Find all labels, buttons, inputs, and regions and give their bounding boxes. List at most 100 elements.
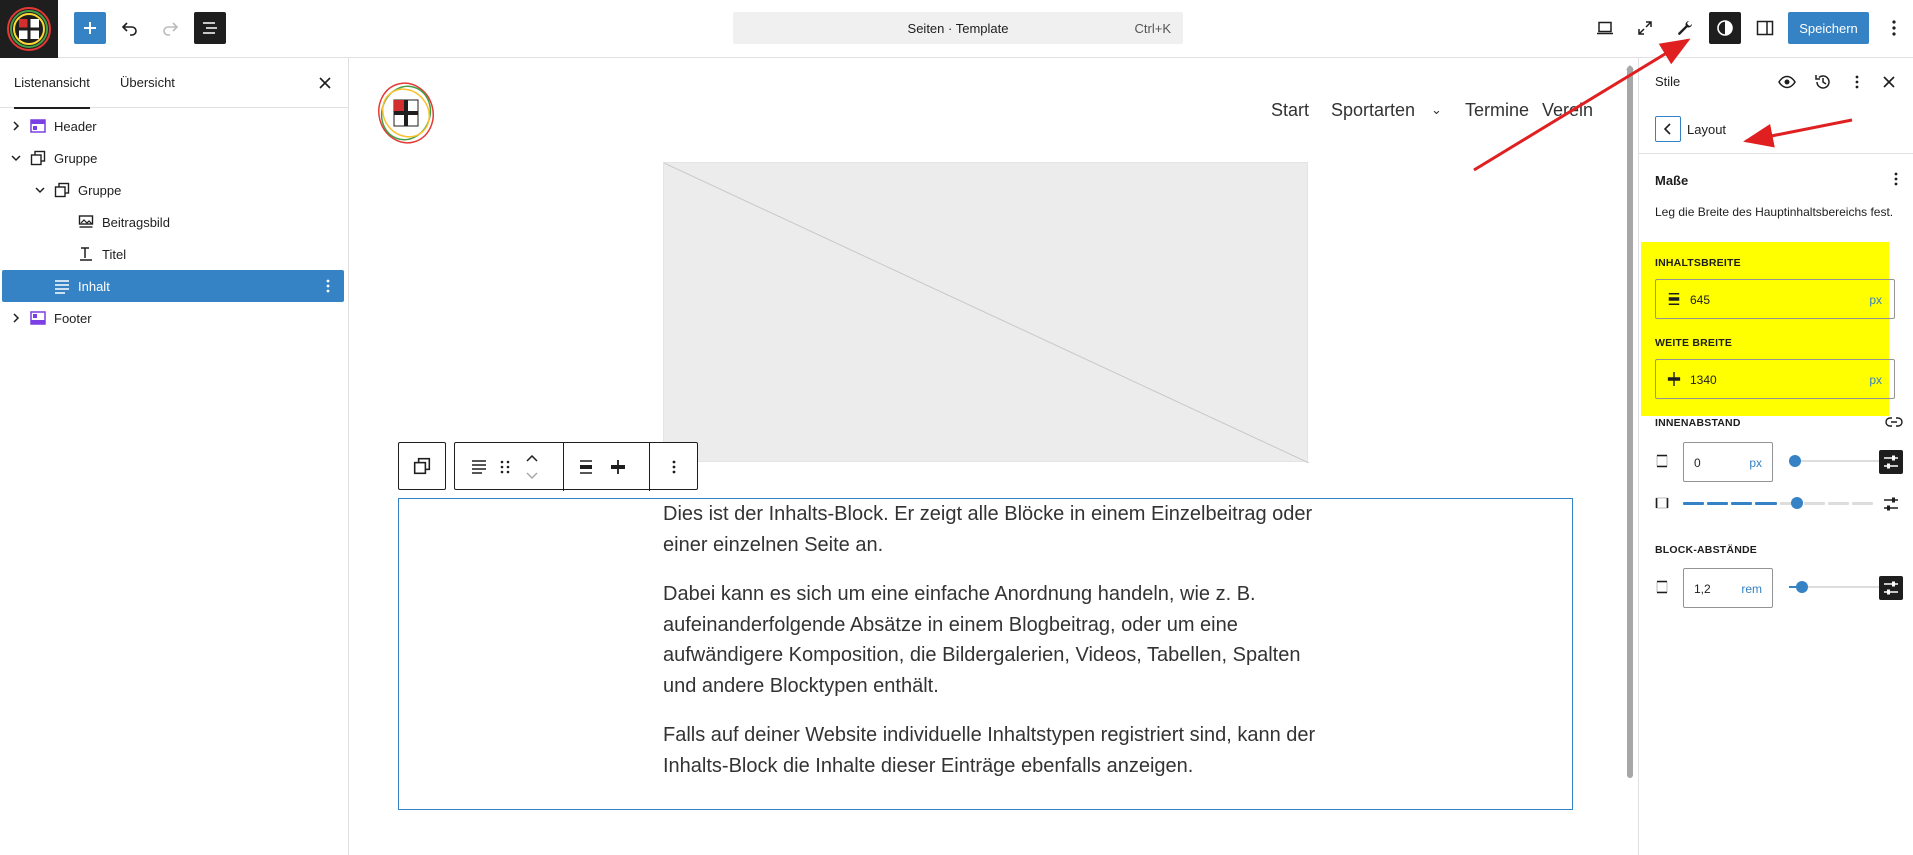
tree-item-label: Titel: [102, 247, 127, 262]
wrench-icon: [1678, 21, 1692, 35]
options-button[interactable]: [1878, 12, 1910, 44]
nav-item-verein[interactable]: Verein: [1542, 100, 1593, 121]
content-paragraph: Dies ist der Inhalts-Block. Er zeigt all…: [663, 503, 1313, 556]
styles-button[interactable]: [1709, 12, 1741, 44]
panel-title: Stile: [1655, 74, 1681, 89]
close-styles-button[interactable]: [1877, 70, 1901, 94]
tree-item-featured-image[interactable]: Beitragsbild: [2, 206, 344, 238]
content-paragraph: Falls auf deiner Website individuelle In…: [663, 724, 1316, 777]
block-controls: [454, 442, 698, 491]
drag-handle-icon: [500, 460, 510, 474]
link-sides-button[interactable]: [1885, 413, 1903, 431]
eye-icon: [1778, 75, 1796, 89]
block-spacing-slider[interactable]: [1789, 580, 1885, 594]
styles-panel: Stile Layout Maße Leg die Breite des Hau…: [1638, 58, 1913, 855]
chevron-down-icon[interactable]: [10, 152, 22, 164]
save-button[interactable]: Speichern: [1788, 12, 1869, 44]
list-view-toggle-button[interactable]: [194, 12, 226, 44]
tree-item-content[interactable]: Inhalt: [2, 270, 344, 302]
wide-width-input[interactable]: 1340 px: [1655, 359, 1895, 399]
revisions-button[interactable]: [1811, 70, 1835, 94]
styles-panel-header: Stile: [1639, 58, 1913, 106]
redo-button[interactable]: [154, 12, 186, 44]
site-navigation: Start Sportarten ⌄ Termine Verein: [350, 100, 1595, 124]
featured-image-placeholder[interactable]: [663, 162, 1309, 463]
section-options-button[interactable]: [1887, 170, 1905, 188]
padding-label: Innenabstand: [1655, 417, 1741, 429]
top-toolbar: Seiten · Template Ctrl+K Speichern: [0, 0, 1913, 58]
site-logo-icon[interactable]: [0, 0, 58, 58]
sidebar-icon: [1756, 20, 1774, 36]
tree-item-footer[interactable]: Footer: [2, 302, 344, 334]
slider-thumb[interactable]: [1795, 581, 1808, 593]
chevron-up-icon[interactable]: [526, 455, 538, 463]
custom-value-toggle-button[interactable]: [1879, 576, 1903, 600]
chevron-right-icon[interactable]: [10, 312, 22, 324]
more-vertical-icon[interactable]: [320, 278, 336, 294]
wide-width-unit[interactable]: px: [1869, 373, 1882, 387]
align-none-icon: [1666, 291, 1682, 307]
chevron-down-icon[interactable]: [526, 471, 538, 479]
parent-block-button[interactable]: [398, 442, 446, 490]
canvas-scrollbar[interactable]: [1627, 66, 1633, 778]
block-spacing-value: 1,2: [1694, 582, 1711, 596]
tab-list-view[interactable]: Listenansicht: [14, 58, 90, 109]
slider-thumb[interactable]: [1791, 497, 1803, 509]
drag-handle[interactable]: [495, 443, 515, 491]
custom-value-toggle-button[interactable]: [1879, 450, 1903, 474]
styles-options-button[interactable]: [1845, 70, 1869, 94]
fullscreen-button[interactable]: [1629, 12, 1661, 44]
tree-item-group-nested[interactable]: Gruppe: [2, 174, 344, 206]
content-icon: [54, 278, 70, 294]
scroll-up-arrow-icon[interactable]: [1624, 58, 1636, 70]
align-wide-icon: [1666, 371, 1682, 387]
block-options-button[interactable]: [659, 443, 689, 491]
tree-item-title[interactable]: Titel: [2, 238, 344, 270]
undo-icon: [121, 22, 137, 36]
move-block-buttons[interactable]: [521, 443, 543, 491]
more-vertical-icon: [1892, 20, 1896, 36]
settings-sliders-icon: [1884, 497, 1898, 511]
tab-outline[interactable]: Übersicht: [120, 58, 175, 108]
slider-thumb[interactable]: [1789, 455, 1801, 467]
style-book-button[interactable]: [1775, 70, 1799, 94]
close-list-view-button[interactable]: [315, 73, 335, 93]
template-part-icon: [30, 118, 46, 134]
justify-button[interactable]: [603, 443, 633, 491]
nav-item-sportarten[interactable]: Sportarten ⌄: [1331, 100, 1442, 121]
undo-button[interactable]: [114, 12, 146, 44]
padding-horizontal-preset-slider[interactable]: [1683, 496, 1873, 510]
nav-item-termine[interactable]: Termine: [1465, 100, 1529, 121]
block-type-button[interactable]: [465, 443, 493, 491]
content-width-input[interactable]: 645 px: [1655, 279, 1895, 319]
command-palette-button[interactable]: Seiten · Template Ctrl+K: [733, 12, 1183, 44]
content-width-unit[interactable]: px: [1869, 293, 1882, 307]
tree-item-header[interactable]: Header: [2, 110, 344, 142]
more-vertical-icon: [1855, 75, 1859, 89]
tools-button[interactable]: [1669, 12, 1701, 44]
padding-vertical-input[interactable]: 0 px: [1683, 442, 1773, 482]
block-toolbar: [398, 442, 698, 491]
back-button[interactable]: [1655, 116, 1681, 142]
add-block-button[interactable]: [74, 12, 106, 44]
settings-sidebar-button[interactable]: [1749, 12, 1781, 44]
plus-icon: [84, 22, 96, 34]
custom-value-toggle-button[interactable]: [1879, 492, 1903, 516]
tree-item-label: Inhalt: [78, 279, 110, 294]
tree-item-group[interactable]: Gruppe: [2, 142, 344, 174]
list-view-tabs: Listenansicht Übersicht: [0, 58, 348, 109]
nav-item-start[interactable]: Start: [1271, 100, 1309, 121]
chevron-down-icon[interactable]: [34, 184, 46, 196]
section-description: Leg die Breite des Hauptinhaltsbereichs …: [1655, 205, 1894, 219]
padding-vertical-slider[interactable]: [1789, 454, 1885, 468]
slider-segment: [1827, 502, 1849, 505]
wide-width-value: 1340: [1690, 373, 1717, 387]
preview-device-button[interactable]: [1589, 12, 1621, 44]
align-button[interactable]: [571, 443, 601, 491]
chevron-right-icon[interactable]: [10, 120, 22, 132]
contrast-icon: [1717, 20, 1733, 36]
block-spacing-unit[interactable]: rem: [1741, 582, 1762, 596]
block-spacing-input[interactable]: 1,2 rem: [1683, 568, 1773, 608]
redo-icon: [163, 22, 179, 36]
padding-unit[interactable]: px: [1749, 456, 1762, 470]
